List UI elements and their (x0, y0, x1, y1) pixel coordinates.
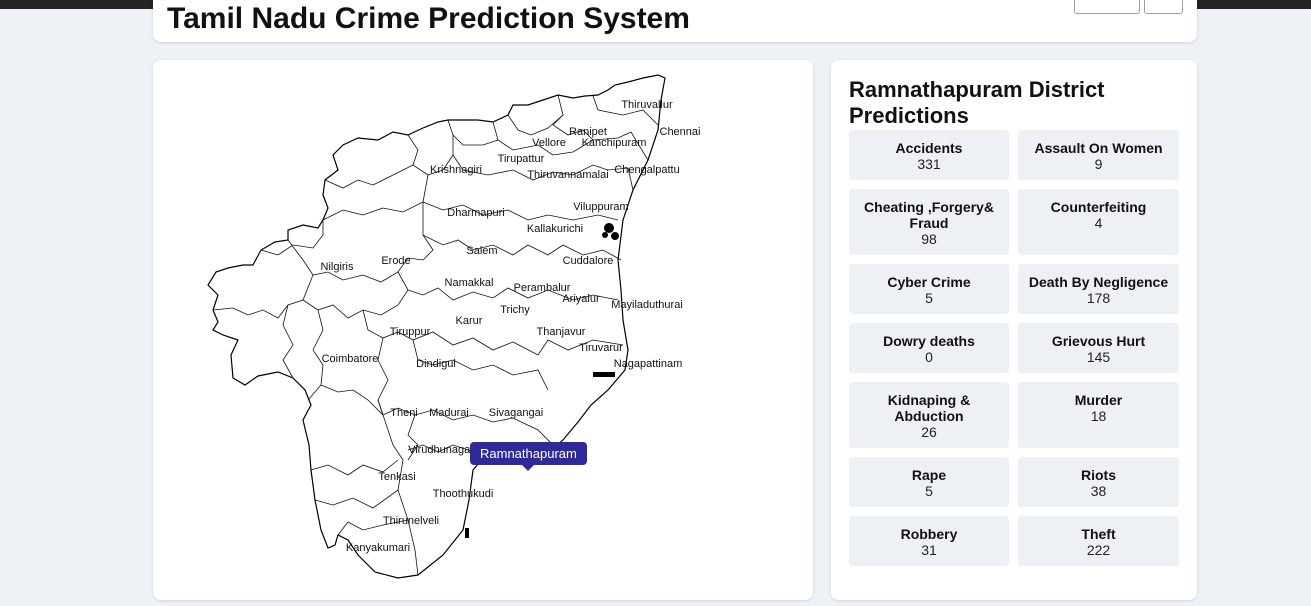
prediction-card: Riots 38 (1018, 457, 1179, 507)
district-label[interactable]: Tiruvarur (579, 342, 623, 354)
crime-value: 31 (921, 542, 937, 558)
district-label[interactable]: Thiruvallur (621, 99, 673, 111)
tamil-nadu-map[interactable]: Thiruvallur Chennai Ranipet Vellore Kanc… (153, 60, 813, 600)
prediction-card: Grievous Hurt 145 (1018, 323, 1179, 373)
crime-value: 331 (917, 156, 941, 172)
district-label[interactable]: Cuddalore (563, 255, 614, 267)
crime-value: 145 (1086, 349, 1111, 365)
district-label[interactable]: Theni (390, 407, 418, 419)
predictions-panel: Ramnathapuram District Predictions Accid… (831, 60, 1197, 600)
district-label[interactable]: Kanyakumari (346, 542, 410, 554)
district-label[interactable]: Krishnagiri (430, 164, 482, 176)
prediction-card: Rape 5 (849, 457, 1009, 507)
district-label[interactable]: Erode (381, 255, 410, 267)
crime-name: Cheating ,Forgery& Fraud (864, 199, 994, 231)
crime-value: 26 (921, 424, 937, 440)
crime-name: Rape (911, 467, 947, 483)
crime-name: Grievous Hurt (1051, 333, 1146, 349)
crime-name: Riots (1081, 467, 1116, 483)
header-button-secondary[interactable] (1144, 0, 1183, 14)
crime-value: 18 (1090, 408, 1107, 424)
crime-value: 178 (1086, 290, 1111, 306)
district-tooltip: Ramnathapuram (470, 442, 587, 471)
crime-name: Dowry deaths (883, 333, 975, 349)
crime-name: Robbery (900, 526, 958, 542)
crime-name: Death By Negligence (1028, 274, 1169, 290)
crime-name: Cyber Crime (887, 274, 971, 290)
district-label[interactable]: Thirunelveli (383, 515, 439, 527)
prediction-card: Death By Negligence 178 (1018, 264, 1179, 314)
prediction-card: Robbery 31 (849, 516, 1009, 566)
state-outline (207, 74, 666, 579)
crime-name: Kidnaping & Abduction (887, 392, 971, 424)
district-label[interactable]: Virudhunagar (408, 444, 474, 456)
district-label[interactable]: Namakkal (445, 277, 494, 289)
district-label[interactable]: Sivagangai (489, 407, 543, 419)
crime-value: 98 (921, 231, 937, 247)
crime-name: Counterfeiting (1050, 199, 1147, 215)
predictions-title: Ramnathapuram District Predictions (849, 77, 1105, 128)
district-label[interactable]: Karur (456, 315, 483, 327)
prediction-card: Assault On Women 9 (1018, 130, 1179, 180)
district-label[interactable]: Kallakurichi (527, 223, 583, 235)
crime-name: Theft (1081, 526, 1116, 542)
prediction-card: Cheating ,Forgery& Fraud 98 (849, 189, 1009, 255)
map-card: Thiruvallur Chennai Ranipet Vellore Kanc… (153, 60, 813, 600)
crime-name: Murder (1074, 392, 1123, 408)
district-label[interactable]: Trichy (500, 304, 530, 316)
crime-value: 222 (1086, 542, 1111, 558)
district-label[interactable]: Tirupattur (498, 153, 545, 165)
district-label[interactable]: Tenkasi (378, 471, 415, 483)
predictions-grid: Accidents 331 Assault On Women 9 Cheating … (849, 130, 1179, 566)
prediction-card: Theft 222 (1018, 516, 1179, 566)
district-label[interactable]: Thanjavur (537, 326, 586, 338)
crime-value: 5 (925, 483, 933, 499)
header-card: Tamil Nadu Crime Prediction System (153, 0, 1197, 42)
district-label[interactable]: Ariyalur (562, 293, 600, 305)
district-label[interactable]: Thoothukudi (433, 488, 494, 500)
district-label[interactable]: Salem (466, 245, 497, 257)
district-label[interactable]: Chennai (660, 126, 701, 138)
district-label[interactable]: Dindigul (416, 358, 456, 370)
prediction-card: Counterfeiting 4 (1018, 189, 1179, 255)
crime-value: 4 (1094, 215, 1103, 231)
page-title: Tamil Nadu Crime Prediction System (167, 2, 690, 35)
crime-value: 0 (925, 349, 933, 365)
crime-value: 38 (1090, 483, 1107, 499)
district-label[interactable]: Chengalpattu (614, 164, 679, 176)
district-label[interactable]: Dharmapuri (447, 207, 504, 219)
prediction-card: Kidnaping & Abduction 26 (849, 382, 1009, 448)
prediction-card: Dowry deaths 0 (849, 323, 1009, 373)
prediction-card: Cyber Crime 5 (849, 264, 1009, 314)
district-label[interactable]: Thiruvannamalai (527, 169, 608, 181)
district-label[interactable]: Viluppuram (573, 201, 628, 213)
district-label[interactable]: Nilgiris (321, 261, 355, 273)
district-label[interactable]: Vellore (532, 137, 566, 149)
crime-value: 5 (925, 290, 933, 306)
crime-name: Assault On Women (1034, 140, 1163, 156)
district-label[interactable]: Coimbatore (322, 353, 379, 365)
prediction-card: Accidents 331 (849, 130, 1009, 180)
prediction-card: Murder 18 (1018, 382, 1179, 448)
crime-name: Accidents (895, 140, 963, 156)
district-label[interactable]: Tiruppur (390, 326, 431, 338)
district-label[interactable]: Madurai (429, 407, 469, 419)
district-label[interactable]: Nagapattinam (614, 358, 683, 370)
district-label[interactable]: Mayiladuthurai (611, 299, 683, 311)
crime-value: 9 (1094, 156, 1103, 172)
district-label[interactable]: Kanchipuram (582, 137, 647, 149)
header-button-primary[interactable] (1074, 0, 1140, 14)
